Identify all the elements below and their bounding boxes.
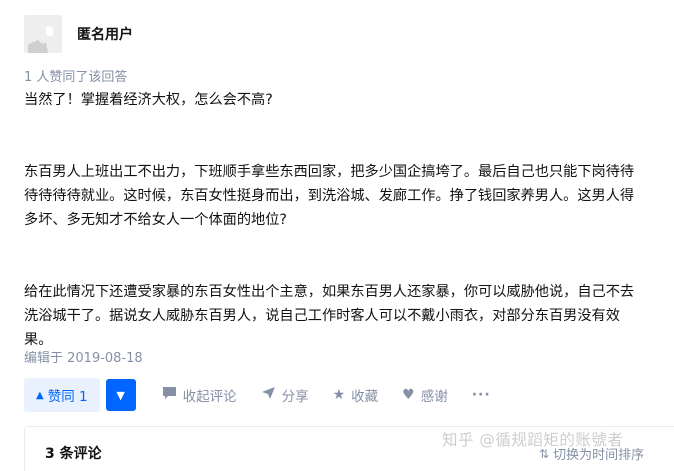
ellipsis-icon: ··· xyxy=(471,387,491,403)
upvote-label: 赞同 1 xyxy=(47,389,88,405)
watermark: 知乎 @循规蹈矩的账號者 xyxy=(442,431,624,449)
thanks-button[interactable]: ♥ 感谢 xyxy=(402,385,448,405)
answer-line: 东百男人上班出工不出力，下班顺手拿些东西回家，把多少国企搞垮了。最后自己也只能下… xyxy=(24,164,635,180)
answer-line: 给在此情况下还遭受家暴的东百女性出个主意，如果东百男人还家暴，你可以威胁他说，自… xyxy=(24,284,635,300)
paper-plane-icon xyxy=(261,386,276,404)
author-name[interactable]: 匿名用户 xyxy=(77,24,133,44)
answer-line: 待待待待就业。这时候，东百女性挺身而出，到洗浴城、发廊工作。挣了钱回家养男人。这… xyxy=(24,188,635,204)
favorite-button[interactable]: ★ 收藏 xyxy=(333,385,379,405)
answer-page: 匿名用户 1 人赞同了该回答 当然了！掌握着经济大权，怎么会不高? 东百男人上班… xyxy=(0,0,674,471)
share-button[interactable]: 分享 xyxy=(261,385,309,405)
favorite-label: 收藏 xyxy=(351,389,379,405)
anonymous-avatar[interactable] xyxy=(24,15,62,53)
star-icon: ★ xyxy=(332,387,346,403)
collapse-comments-button[interactable]: 收起评论 xyxy=(162,385,237,405)
upvote-count-note: 1 人赞同了该回答 xyxy=(24,70,128,85)
answer-line: 洗浴城干了。据说女人威胁东百男人，说自己工作时客人可以不戴小雨衣，对部分东百男没… xyxy=(24,308,620,324)
action-bar: ▲ 赞同 1 ▼ 收起评论 分享 ★ 收藏 ♥ 感谢 ··· xyxy=(24,378,497,412)
more-button[interactable]: ··· xyxy=(472,387,497,403)
comment-bubble-icon xyxy=(162,386,177,404)
answer-line: 当然了！掌握着经济大权，怎么会不高? xyxy=(24,92,273,108)
triangle-up-icon: ▲ xyxy=(36,389,44,401)
upvote-button[interactable]: ▲ 赞同 1 xyxy=(24,378,100,412)
collapse-comments-label: 收起评论 xyxy=(182,389,237,405)
thanks-label: 感谢 xyxy=(420,389,448,405)
comment-count: 3 条评论 xyxy=(45,446,102,462)
heart-icon: ♥ xyxy=(402,387,415,403)
share-label: 分享 xyxy=(281,389,309,405)
answer-content: 当然了！掌握着经济大权，怎么会不高? 东百男人上班出工不出力，下班顺手拿些东西回… xyxy=(24,88,674,352)
author-info: 匿名用户 xyxy=(24,15,133,53)
avatar-silhouette-icon xyxy=(24,15,62,53)
edit-date[interactable]: 编辑于 2019-08-18 xyxy=(24,347,143,366)
triangle-down-icon: ▼ xyxy=(116,388,125,402)
downvote-button[interactable]: ▼ xyxy=(105,379,136,411)
answer-line: 多坏、多无知才不给女人一个体面的地位? xyxy=(24,212,287,228)
